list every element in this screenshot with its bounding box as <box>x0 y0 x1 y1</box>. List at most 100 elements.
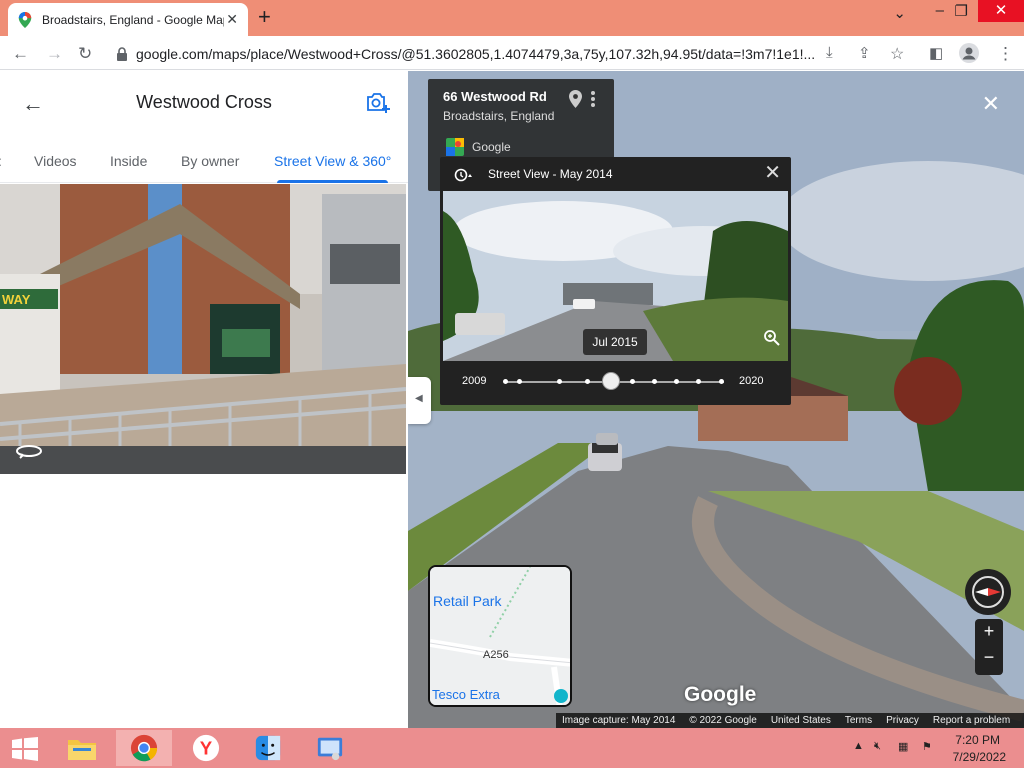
timeline-stop[interactable] <box>652 379 657 384</box>
yandex-taskbar-button[interactable]: Y <box>178 730 234 766</box>
shopping-poi-icon[interactable] <box>554 689 568 703</box>
collapse-panel-button[interactable]: ◀ <box>408 377 431 424</box>
close-street-view-icon[interactable]: ✕ <box>982 93 1000 115</box>
timeline-stop[interactable] <box>630 379 635 384</box>
zoom-out-icon[interactable]: − <box>975 647 1003 668</box>
tab-search-chevron-icon[interactable]: ⌄ <box>893 4 906 22</box>
minimize-icon[interactable]: – <box>936 2 944 19</box>
chevron-left-icon: ◀ <box>415 393 423 404</box>
360-rotate-icon <box>16 445 42 459</box>
chrome-icon <box>130 734 158 762</box>
notification-flag-icon[interactable]: ⚑ <box>922 740 932 753</box>
tab-street-view[interactable]: Street View & 360° <box>274 153 391 169</box>
more-options-icon[interactable] <box>590 90 596 108</box>
image-capture-date: Image capture: May 2014 <box>562 715 676 726</box>
browser-tab-strip: Broadstairs, England - Google Maps ✕ + ⌄… <box>0 0 1024 36</box>
profile-avatar-icon[interactable] <box>959 43 979 63</box>
google-logo: Google <box>684 683 757 706</box>
finder-icon <box>255 735 281 761</box>
share-icon[interactable]: ⇪ <box>858 44 871 62</box>
timeline-stop[interactable] <box>696 379 701 384</box>
timeline-stop[interactable] <box>517 379 522 384</box>
tab-overflow-edge: : <box>0 153 2 169</box>
file-explorer-taskbar-button[interactable] <box>54 730 110 766</box>
timeline-stop[interactable] <box>674 379 679 384</box>
download-icon[interactable]: ⤓ <box>826 44 833 61</box>
tab-inside[interactable]: Inside <box>110 153 147 169</box>
network-icon[interactable]: ▦ <box>898 740 908 753</box>
magnify-icon[interactable] <box>763 329 781 347</box>
clock-date[interactable]: 7/29/2022 <box>953 750 1006 764</box>
country-link[interactable]: United States <box>771 715 831 726</box>
timeline-end-year: 2020 <box>739 375 764 387</box>
svg-text:Y: Y <box>200 738 213 759</box>
terms-link[interactable]: Terms <box>845 715 872 726</box>
finder-taskbar-button[interactable] <box>240 730 296 766</box>
windows-start-icon[interactable] <box>12 737 38 761</box>
zoom-in-icon[interactable]: + <box>975 621 1003 642</box>
clock-time[interactable]: 7:20 PM <box>955 733 1000 747</box>
report-problem-link[interactable]: Report a problem <box>933 715 1010 726</box>
imagery-source: Google <box>472 140 511 154</box>
photo-category-tabs: : Videos Inside By owner Street View & 3… <box>0 141 408 183</box>
timeline-stop[interactable] <box>557 379 562 384</box>
map-label-tesco: Tesco Extra <box>432 687 500 702</box>
time-machine-label: Street View - May 2014 <box>488 167 613 181</box>
control-panel-taskbar-button[interactable] <box>302 730 358 766</box>
place-panel: ← Westwood Cross : Videos Inside By owne… <box>0 71 408 728</box>
zoom-controls: + − <box>975 619 1003 675</box>
time-machine-close-icon[interactable]: ✕ <box>764 163 781 183</box>
browser-menu-icon[interactable]: ⋮ <box>997 44 1014 64</box>
timeline-stop[interactable] <box>719 379 724 384</box>
restore-icon[interactable]: ❐ <box>955 2 968 20</box>
map-label-road: A256 <box>483 649 509 661</box>
map-footer: Image capture: May 2014 © 2022 Google Un… <box>556 713 1024 728</box>
yandex-icon: Y <box>192 734 220 762</box>
add-photo-icon[interactable] <box>366 91 390 113</box>
volume-muted-icon[interactable]: 🔇︎ <box>874 740 881 753</box>
address-town: Broadstairs, England <box>443 109 555 123</box>
tab-videos[interactable]: Videos <box>34 153 77 169</box>
street-view-canvas[interactable]: 66 Westwood Rd Broadstairs, England Goog… <box>408 71 1024 728</box>
map-label-retail-park: Retail Park <box>433 593 502 609</box>
timeline-stop[interactable] <box>503 379 508 384</box>
tab-title: Broadstairs, England - Google Maps <box>42 12 224 27</box>
url-text: google.com/maps/place/Westwood+Cross/@51… <box>136 45 816 62</box>
show-hidden-icons-chevron[interactable]: ▲ <box>853 740 864 752</box>
control-panel-icon <box>317 737 343 761</box>
history-clock-icon[interactable] <box>454 168 474 182</box>
browser-toolbar: ← → ↻ google.com/maps/place/Westwood+Cro… <box>0 36 1024 70</box>
tab-by-owner[interactable]: By owner <box>181 153 239 169</box>
minimap[interactable]: Retail Park A256 Tesco Extra <box>428 565 572 707</box>
svg-text:WAY: WAY <box>2 292 31 307</box>
back-arrow-icon[interactable]: ← <box>12 44 29 64</box>
window-close-icon[interactable]: ✕ <box>978 0 1024 22</box>
bookmark-star-icon[interactable]: ☆ <box>890 44 904 64</box>
google-maps-logo-icon <box>446 138 464 156</box>
new-tab-icon[interactable]: + <box>258 5 271 29</box>
active-tab-indicator <box>277 180 388 183</box>
tab-close-icon[interactable]: ✕ <box>226 11 238 28</box>
browser-tab[interactable]: Broadstairs, England - Google Maps ✕ <box>8 3 248 36</box>
street-view-photo[interactable]: WAY <box>0 184 406 474</box>
timeline-slider-knob[interactable] <box>602 372 620 390</box>
timeline-start-year: 2009 <box>462 375 487 387</box>
chrome-taskbar-button[interactable] <box>116 730 172 766</box>
compass-icon[interactable] <box>965 569 1011 615</box>
privacy-link[interactable]: Privacy <box>886 715 919 726</box>
side-panel-icon[interactable]: ◧ <box>929 44 943 62</box>
windows-taskbar: Y ▲ 🔇︎ ▦ ⚑ 7:20 PM 7/29/2022 <box>0 728 1024 768</box>
timeline-stop[interactable] <box>585 379 590 384</box>
lock-icon <box>117 46 127 61</box>
reload-icon[interactable]: ↻ <box>78 44 92 64</box>
forward-arrow-icon[interactable]: → <box>46 44 63 64</box>
place-title: Westwood Cross <box>136 92 272 112</box>
google-maps-pin-icon <box>18 11 32 28</box>
mall-scene-image: WAY <box>0 184 406 474</box>
folder-icon <box>68 740 96 760</box>
minimap-roads <box>430 567 570 705</box>
place-panel-header: ← Westwood Cross <box>0 71 408 135</box>
time-machine-panel: Street View - May 2014 ✕ Jul 2015 2009 2… <box>440 157 791 405</box>
location-pin-icon[interactable] <box>569 90 582 108</box>
address-bar[interactable]: google.com/maps/place/Westwood+Cross/@51… <box>108 40 918 67</box>
